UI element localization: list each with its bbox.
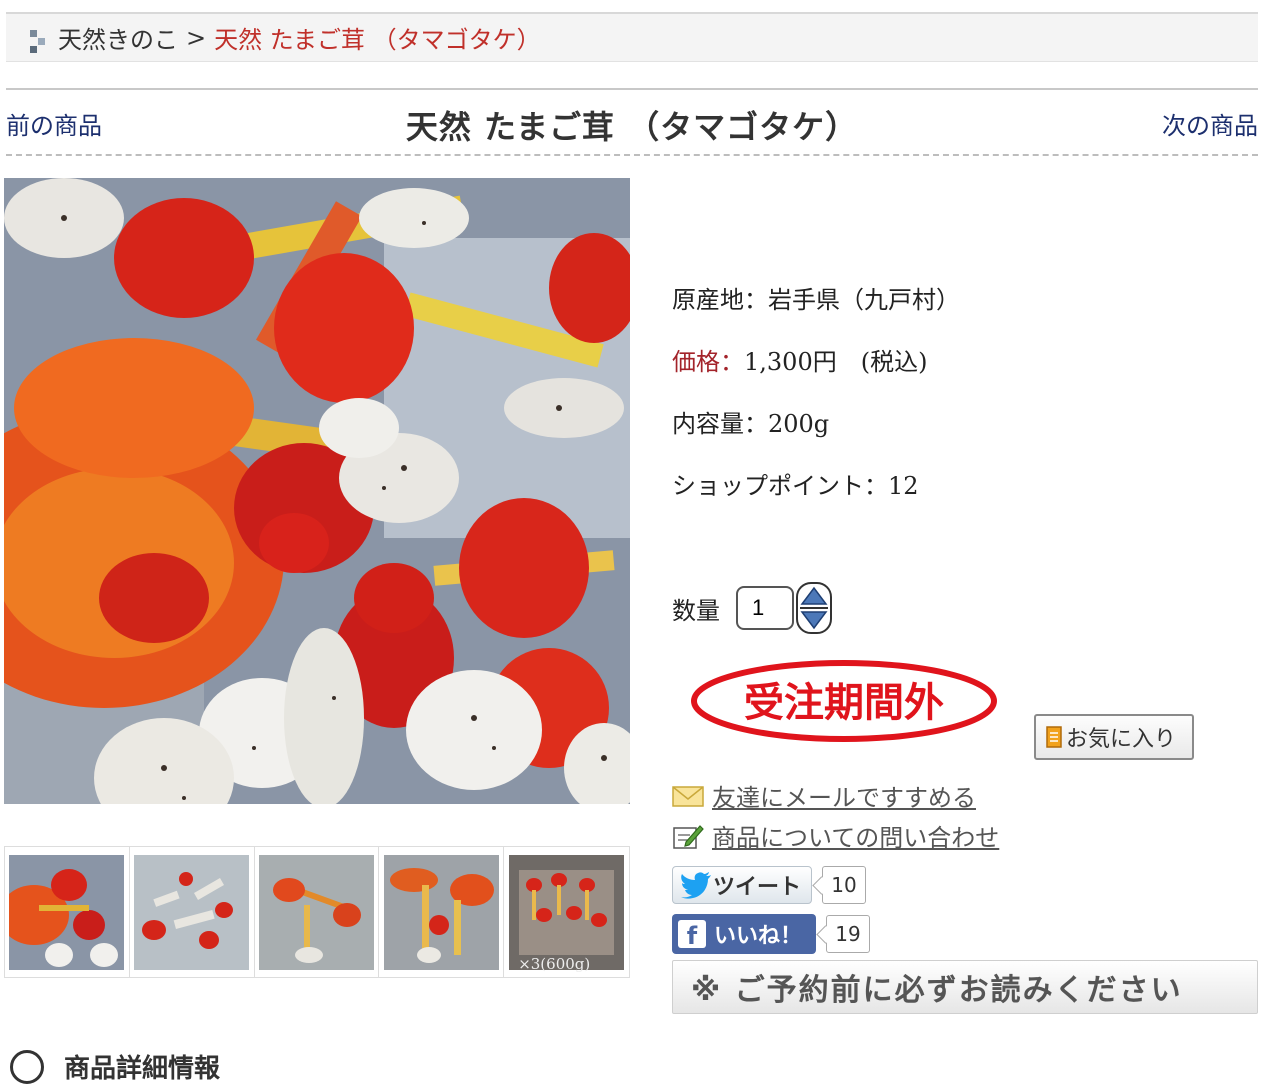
- bookmark-icon: [1046, 726, 1062, 748]
- price-info: 価格：1,300円 (税込): [672, 342, 927, 377]
- add-to-favorites-label: お気に入り: [1066, 727, 1177, 752]
- tweet-count: 10: [822, 866, 866, 904]
- product-inquiry-label: 商品についての問い合わせ: [712, 824, 1000, 852]
- origin-info: 原産地：岩手県（九戸村）: [672, 286, 960, 314]
- details-circle-icon: [10, 1049, 44, 1084]
- shop-points-info: ショップポイント：12: [672, 472, 919, 500]
- main-product-photo: [4, 178, 630, 804]
- breadcrumb-icon: [30, 29, 45, 53]
- product-details-heading: 商品詳細情報: [10, 1048, 220, 1085]
- quantity-input[interactable]: [736, 586, 794, 630]
- product-details-heading-label: 商品詳細情報: [64, 1054, 221, 1084]
- thumbnail-image: [258, 854, 374, 970]
- tweet-label: ツイート: [713, 875, 802, 900]
- thumbnail-caption: ×3(600g): [518, 955, 591, 973]
- thumbnail-image: [509, 854, 625, 970]
- recommend-by-mail-link[interactable]: 友達にメールですすめる: [672, 778, 976, 813]
- read-before-reserve-button[interactable]: ※ ご予約前に必ずお読みください: [672, 960, 1258, 1014]
- breadcrumb: 天然きのこ > 天然 たまご茸 （タマゴタケ）: [6, 12, 1258, 62]
- quantity-row: 数量: [672, 582, 832, 634]
- product-title: 天然 たまご茸 （タマゴタケ）: [405, 108, 859, 146]
- thumbnail-image: [383, 854, 499, 970]
- thumbnail-strip: ×3(600g): [4, 846, 630, 978]
- facebook-like-label: いいね！: [714, 924, 803, 949]
- next-product-link[interactable]: 次の商品: [1162, 106, 1258, 141]
- facebook-like-widget: f いいね！ 19: [672, 914, 870, 954]
- thumbnail-image: [9, 854, 125, 970]
- thumbnail[interactable]: ×3(600g): [504, 847, 629, 977]
- breadcrumb-separator: >: [186, 23, 207, 52]
- quantity-label: 数量: [672, 596, 720, 625]
- order-closed-stamp: 受注期間外: [690, 658, 998, 744]
- tweet-button[interactable]: ツイート: [672, 866, 812, 904]
- add-to-favorites-button[interactable]: お気に入り: [1034, 714, 1194, 760]
- breadcrumb-current: 天然 たまご茸 （タマゴタケ）: [214, 26, 541, 54]
- tweet-widget: ツイート 10: [672, 866, 866, 904]
- thumbnail[interactable]: [5, 847, 130, 977]
- thumbnail[interactable]: [130, 847, 255, 977]
- edit-note-icon: [673, 824, 704, 849]
- facebook-like-button[interactable]: f いいね！: [672, 914, 816, 954]
- like-count: 19: [826, 915, 870, 953]
- price-label: 価格：: [672, 348, 744, 376]
- thumbnail[interactable]: [255, 847, 380, 977]
- product-inquiry-link[interactable]: 商品についての問い合わせ: [672, 818, 999, 853]
- quantity-stepper[interactable]: [796, 582, 832, 634]
- twitter-bird-icon: [681, 872, 711, 899]
- facebook-icon: f: [678, 920, 706, 948]
- thumbnail-image: [134, 854, 250, 970]
- stamp-text: 受注期間外: [744, 680, 944, 726]
- price-value: 1,300円 (税込): [744, 348, 928, 376]
- breadcrumb-home-link[interactable]: 天然きのこ: [58, 20, 178, 55]
- envelope-icon: [672, 785, 704, 807]
- content-info: 内容量：200g: [672, 410, 830, 438]
- product-nav: 前の商品 天然 たまご茸 （タマゴタケ） 次の商品: [6, 88, 1258, 156]
- recommend-by-mail-label: 友達にメールですすめる: [712, 784, 976, 812]
- thumbnail[interactable]: [379, 847, 505, 977]
